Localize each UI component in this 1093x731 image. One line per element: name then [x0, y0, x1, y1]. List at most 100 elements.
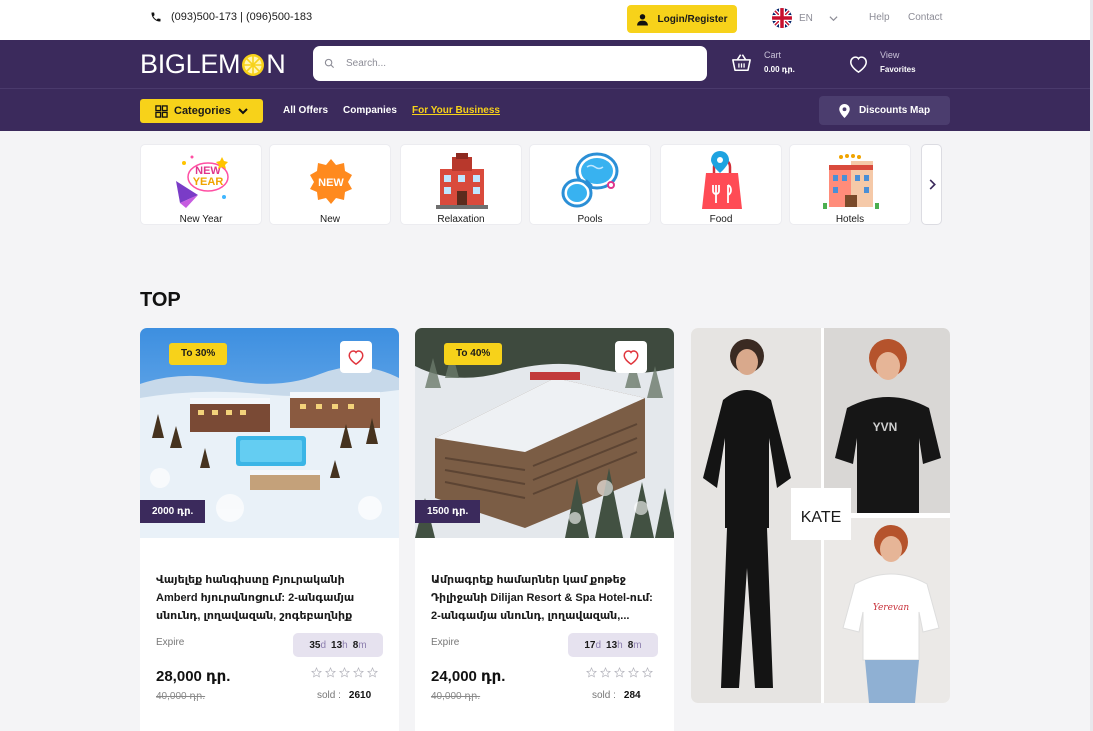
- timer-days: 35: [309, 639, 321, 651]
- hours-unit: h: [617, 639, 623, 651]
- deal-price: 28,000 դր.: [156, 668, 231, 685]
- rating-stars: [311, 667, 381, 678]
- login-register-button[interactable]: Login/Register: [627, 5, 737, 33]
- heart-icon: [623, 350, 639, 365]
- new-year-icon: NEW YEAR: [176, 155, 229, 208]
- expire-label: Expire: [431, 637, 460, 648]
- star-icon: [325, 667, 336, 678]
- pool-icon: [561, 152, 619, 208]
- deal-card[interactable]: To 30% 2000 դր. Վայելեք հանգիստը Բյուրակ…: [140, 328, 399, 731]
- category-card-pools[interactable]: Pools: [529, 144, 651, 225]
- star-icon: [600, 667, 611, 678]
- category-label: New: [319, 214, 340, 225]
- cart-total: 0.00 դր.: [764, 65, 795, 74]
- discounts-map-label: Discounts Map: [858, 105, 931, 116]
- search-input[interactable]: [346, 58, 686, 69]
- star-icon: [339, 667, 350, 678]
- categories-label: Categories: [174, 105, 231, 117]
- category-label: Relaxation: [437, 214, 485, 225]
- favorites-button[interactable]: View Favorites: [848, 50, 916, 74]
- sold-count: sold : 2610: [317, 690, 371, 701]
- sold-count: sold : 284: [592, 690, 641, 701]
- banner-image: YVN Yerevan KATE: [691, 328, 950, 703]
- deal-price: 24,000 դր.: [431, 668, 506, 685]
- timer-hours: 13: [606, 639, 618, 651]
- expire-label: Expire: [156, 637, 185, 648]
- minutes-unit: m: [358, 639, 367, 651]
- categories-next-button[interactable]: [921, 144, 942, 225]
- map-pin-icon: [839, 103, 850, 118]
- main-header: BIGLEM N Cart 0.00 դր. View Fa: [0, 40, 1090, 88]
- days-unit: d: [595, 639, 602, 651]
- deal-card[interactable]: To 40% 1500 դր. Ամրագրեք համարներ կամ քո…: [415, 328, 674, 731]
- categories-button[interactable]: Categories: [140, 99, 263, 123]
- category-card-new[interactable]: NEW New: [269, 144, 391, 225]
- rating-stars: [586, 667, 656, 678]
- food-bag-icon: [702, 151, 742, 209]
- phone-text: (093)500-173 | (096)500-183: [171, 11, 313, 23]
- user-icon: [637, 13, 649, 25]
- category-card-hotels[interactable]: Hotels: [789, 144, 911, 225]
- star-icon: [628, 667, 639, 678]
- category-card-new-year[interactable]: NEW YEAR New Year: [140, 144, 262, 225]
- countdown-timer: 35 d 13 h 8m: [293, 633, 383, 657]
- nav-link-companies[interactable]: Companies: [343, 105, 397, 116]
- star-icon: [353, 667, 364, 678]
- add-to-favorites-button[interactable]: [615, 341, 647, 373]
- category-label: Pools: [577, 214, 603, 225]
- star-icon: [367, 667, 378, 678]
- logo-text-left: BIGLEM: [140, 49, 241, 79]
- phone-icon: [151, 12, 161, 22]
- help-link[interactable]: Help: [869, 12, 890, 23]
- shirt-text-yvn: YVN: [873, 420, 898, 434]
- coupon-price-tag: 1500 դր.: [415, 500, 481, 523]
- discounts-map-button[interactable]: Discounts Map: [819, 96, 950, 125]
- nav-link-all-offers[interactable]: All Offers: [283, 105, 328, 116]
- discount-badge: To 30%: [169, 343, 228, 365]
- uk-flag-icon: [772, 8, 792, 28]
- phone-numbers[interactable]: (093)500-173 | (096)500-183: [150, 11, 312, 23]
- main-nav: Categories All Offers Companies For Your…: [0, 88, 1090, 131]
- new-badge-icon: NEW: [310, 159, 352, 204]
- hotel-building-icon: [436, 153, 488, 209]
- deal-title[interactable]: Ամրագրեք համարներ կամ քոթեջ Դիլիջանի Dil…: [431, 571, 659, 625]
- language-selector[interactable]: EN: [772, 8, 838, 28]
- countdown-timer: 17 d 13 h 8m: [568, 633, 658, 657]
- top-bar: (093)500-173 | (096)500-183 Login/Regist…: [0, 0, 1093, 40]
- language-label: EN: [799, 12, 813, 24]
- svg-text:NEW: NEW: [318, 177, 344, 189]
- category-card-food[interactable]: Food: [660, 144, 782, 225]
- login-label: Login/Register: [657, 13, 728, 25]
- nav-link-for-your-business[interactable]: For Your Business: [412, 105, 500, 116]
- deal-old-price: 40,000 դր.: [156, 691, 206, 702]
- shirt-text-yerevan: Yerevan: [873, 603, 910, 613]
- chevron-down-icon: [829, 15, 838, 21]
- category-label: Hotels: [835, 214, 865, 225]
- discount-badge: To 40%: [444, 343, 503, 365]
- star-icon: [642, 667, 653, 678]
- brand-kate: KATE: [801, 509, 842, 526]
- heart-icon: [850, 56, 867, 73]
- svg-text:YEAR: YEAR: [193, 176, 224, 188]
- category-card-relaxation[interactable]: Relaxation: [400, 144, 522, 225]
- sold-label: sold :: [592, 690, 616, 701]
- sold-label: sold :: [317, 690, 341, 701]
- hotels-icon: [823, 154, 879, 209]
- favorites-view-label: View: [880, 50, 900, 60]
- search-box[interactable]: [313, 46, 707, 81]
- hours-unit: h: [342, 639, 348, 651]
- add-to-favorites-button[interactable]: [340, 341, 372, 373]
- logo-text-right: N: [266, 49, 286, 79]
- cart-button[interactable]: Cart 0.00 դր.: [731, 50, 795, 74]
- lemon-slice-icon: [242, 53, 265, 76]
- biglemon-logo[interactable]: BIGLEM N: [140, 49, 286, 80]
- deal-title[interactable]: Վայելեք հանգիստը Բյուրականի Amberd հյուր…: [156, 571, 384, 625]
- star-icon: [311, 667, 322, 678]
- contact-link[interactable]: Contact: [908, 12, 942, 23]
- star-icon: [586, 667, 597, 678]
- minutes-unit: m: [633, 639, 642, 651]
- chevron-down-icon: [238, 108, 248, 115]
- heart-icon: [348, 350, 364, 365]
- category-label: Food: [709, 214, 733, 225]
- advert-banner-kate[interactable]: YVN Yerevan KATE: [691, 328, 950, 703]
